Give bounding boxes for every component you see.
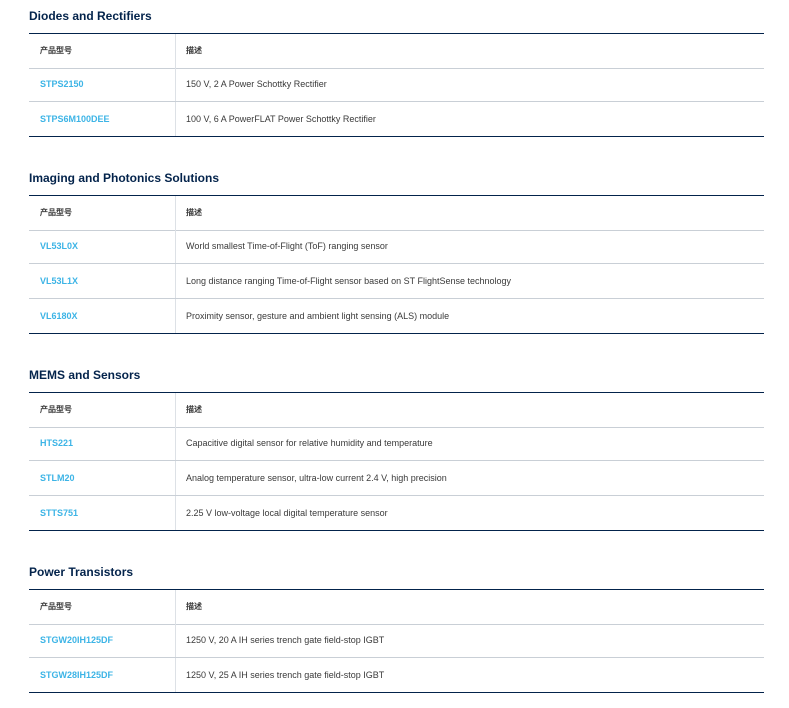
- part-number-link[interactable]: HTS221: [40, 426, 73, 460]
- section-title: Diodes and Rectifiers: [29, 9, 152, 23]
- table-row: STPS6M100DEE 100 V, 6 A PowerFLAT Power …: [29, 102, 764, 137]
- part-description: 100 V, 6 A PowerFLAT Power Schottky Rect…: [175, 102, 376, 136]
- column-header-part: 产品型号: [40, 46, 72, 55]
- table-row: VL53L0X World smallest Time-of-Flight (T…: [29, 229, 764, 264]
- part-number-link[interactable]: STLM20: [40, 461, 75, 495]
- part-description: Capacitive digital sensor for relative h…: [175, 426, 433, 460]
- part-number-link[interactable]: STPS6M100DEE: [40, 102, 110, 136]
- part-description: Proximity sensor, gesture and ambient li…: [175, 299, 449, 333]
- table-header-row: 产品型号 描述: [29, 590, 764, 625]
- part-number-link[interactable]: STGW28IH125DF: [40, 658, 113, 692]
- part-number-link[interactable]: VL53L0X: [40, 229, 78, 263]
- section-title: Power Transistors: [29, 565, 134, 579]
- section-title: MEMS and Sensors: [29, 368, 141, 382]
- table-row: VL6180X Proximity sensor, gesture and am…: [29, 299, 764, 334]
- part-description: World smallest Time-of-Flight (ToF) rang…: [175, 229, 388, 263]
- table-row: STTS751 2.25 V low-voltage local digital…: [29, 496, 764, 531]
- column-header-part: 产品型号: [40, 208, 72, 217]
- table-header-row: 产品型号 描述: [29, 196, 764, 231]
- column-header-description: 描述: [175, 590, 202, 624]
- part-description: Analog temperature sensor, ultra-low cur…: [175, 461, 447, 495]
- table-row: STGW20IH125DF 1250 V, 20 A IH series tre…: [29, 623, 764, 658]
- column-header-part: 产品型号: [40, 602, 72, 611]
- column-header-description: 描述: [175, 393, 202, 427]
- part-number-link[interactable]: STTS751: [40, 496, 78, 530]
- table-row: STPS2150 150 V, 2 A Power Schottky Recti…: [29, 67, 764, 102]
- column-header-part: 产品型号: [40, 405, 72, 414]
- part-description: 1250 V, 25 A IH series trench gate field…: [175, 658, 384, 692]
- part-number-link[interactable]: VL53L1X: [40, 264, 78, 298]
- part-description: 150 V, 2 A Power Schottky Rectifier: [175, 67, 327, 101]
- table-header-row: 产品型号 描述: [29, 393, 764, 428]
- table-header-row: 产品型号 描述: [29, 34, 764, 69]
- column-header-description: 描述: [175, 34, 202, 68]
- part-number-link[interactable]: STPS2150: [40, 67, 84, 101]
- part-number-link[interactable]: STGW20IH125DF: [40, 623, 113, 657]
- table-row: HTS221 Capacitive digital sensor for rel…: [29, 426, 764, 461]
- table-row: STGW28IH125DF 1250 V, 25 A IH series tre…: [29, 658, 764, 693]
- part-description: 1250 V, 20 A IH series trench gate field…: [175, 623, 384, 657]
- part-description: 2.25 V low-voltage local digital tempera…: [175, 496, 388, 530]
- part-number-link[interactable]: VL6180X: [40, 299, 78, 333]
- section-title: Imaging and Photonics Solutions: [29, 171, 220, 185]
- part-description: Long distance ranging Time-of-Flight sen…: [175, 264, 511, 298]
- table-row: VL53L1X Long distance ranging Time-of-Fl…: [29, 264, 764, 299]
- column-header-description: 描述: [175, 196, 202, 230]
- table-row: STLM20 Analog temperature sensor, ultra-…: [29, 461, 764, 496]
